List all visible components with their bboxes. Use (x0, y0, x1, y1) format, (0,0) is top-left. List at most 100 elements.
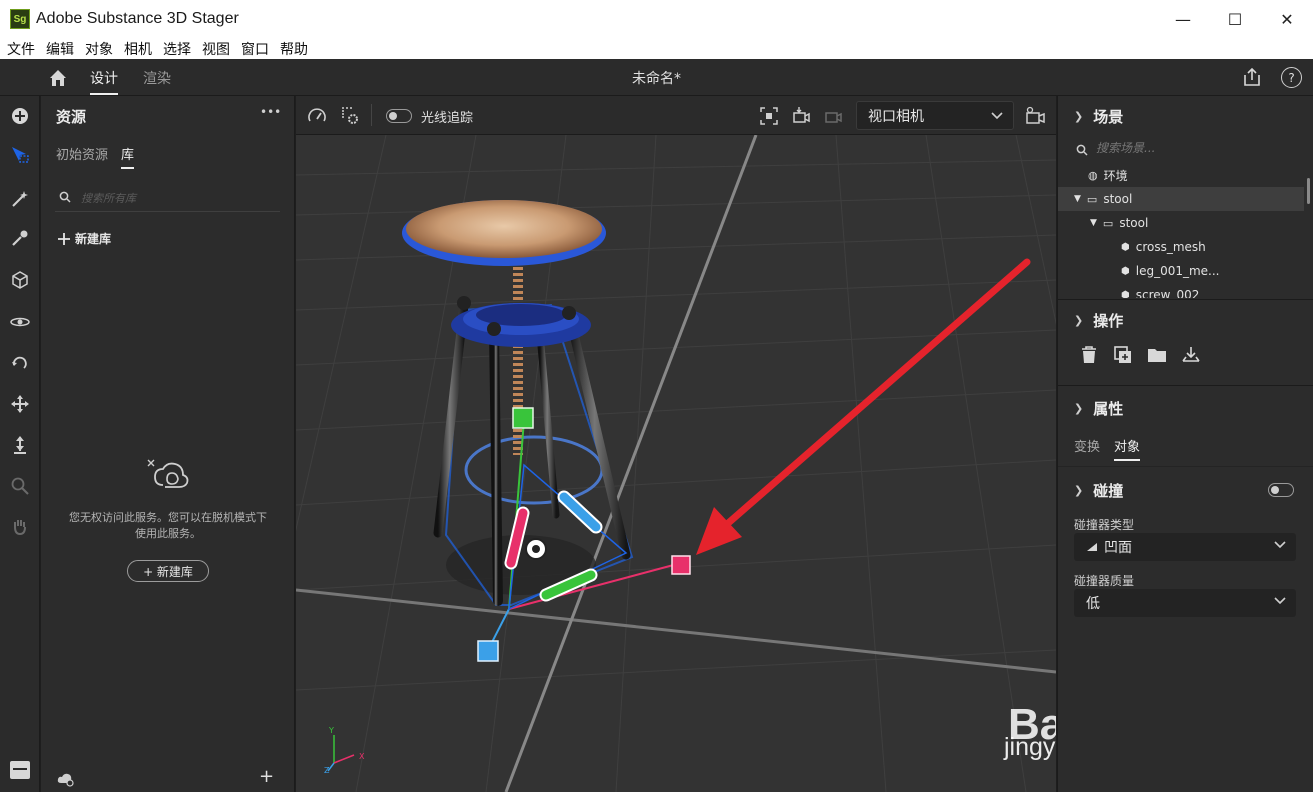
no-access-message: 您无权访问此服务。您可以在脱机模式下 使用此服务。 (61, 510, 275, 542)
scene-heading: 场景 (1093, 108, 1124, 126)
share-icon[interactable] (1241, 66, 1263, 88)
menu-window[interactable]: 窗口 (241, 39, 269, 59)
chevron-down-icon: ❯ (1074, 402, 1084, 415)
help-icon[interactable]: ? (1281, 67, 1302, 88)
x-axis-line (296, 588, 1056, 674)
minimize-button[interactable]: — (1157, 0, 1209, 38)
toolbar-divider (371, 104, 372, 126)
new-library-link[interactable]: 新建库 (57, 230, 111, 247)
performance-gauge-icon[interactable] (306, 105, 328, 127)
eyedropper-icon[interactable] (8, 226, 32, 250)
more-options-icon[interactable]: ••• (260, 105, 281, 119)
scene-tree: ◍ 环境 ▼ ▭ stool ▼ ▭ stool ⬢ cross_mesh ⬢ … (1058, 166, 1313, 298)
frame-selection-icon[interactable] (758, 105, 780, 127)
chevron-down-icon: ❯ (1074, 314, 1084, 327)
rotate-icon[interactable] (8, 351, 32, 375)
camera-select[interactable]: 视口相机 (856, 101, 1014, 130)
search-icon (59, 191, 71, 203)
add-icon[interactable] (8, 104, 32, 128)
no-access-line-2: 使用此服务。 (135, 527, 201, 540)
divider (1058, 385, 1313, 386)
3d-viewport[interactable]: Y X Z Bai du 经验 jingyan.baidu.com (296, 135, 1056, 792)
window-controls: — ☐ ✕ (1157, 0, 1313, 38)
globe-icon: ◍ (1088, 168, 1098, 182)
home-icon[interactable] (48, 68, 68, 88)
magic-wand-icon[interactable] (8, 187, 32, 211)
render-settings-icon[interactable] (339, 105, 361, 127)
axis-triad (327, 735, 355, 772)
close-button[interactable]: ✕ (1261, 0, 1313, 38)
scene-item-environment[interactable]: ◍ 环境 (1058, 166, 1304, 187)
workspace-bar: 设计 渲染 未命名* ? (0, 59, 1313, 96)
maximize-button[interactable]: ☐ (1209, 0, 1261, 38)
camera-import-icon[interactable] (790, 105, 812, 127)
menu-file[interactable]: 文件 (7, 39, 35, 59)
select-icon[interactable] (8, 143, 32, 167)
tab-transform[interactable]: 变换 (1074, 436, 1100, 455)
archive-icon[interactable] (8, 758, 32, 782)
scene-scrollbar[interactable] (1307, 178, 1310, 204)
tab-starter-assets[interactable]: 初始资源 (56, 144, 108, 163)
cloud-sync-icon[interactable] (56, 771, 76, 787)
menu-camera[interactable]: 相机 (124, 39, 152, 59)
axis-z-label: Z (324, 766, 330, 775)
scene-search-input[interactable] (1096, 141, 1286, 155)
scene-item-screw[interactable]: ⬢ screw_002 (1058, 283, 1304, 298)
camera-settings-icon[interactable] (1025, 105, 1047, 127)
cube-icon[interactable] (8, 268, 32, 292)
scene-item-cross-mesh[interactable]: ⬢ cross_mesh (1058, 235, 1304, 259)
tab-object[interactable]: 对象 (1114, 436, 1141, 461)
actions-section-header[interactable]: ❯ 操作 (1074, 310, 1123, 331)
group-folder-icon[interactable] (1146, 344, 1168, 366)
scene-section-header[interactable]: ❯ 场景 (1074, 106, 1123, 127)
collider-quality-select[interactable]: 低 (1074, 589, 1296, 617)
assets-panel: 资源 ••• 初始资源 库 新建库 您无权访问此服务。您可以在脱机模式下 使用此… (41, 96, 295, 792)
menu-edit[interactable]: 编辑 (46, 39, 74, 59)
pan-icon[interactable] (8, 514, 32, 538)
menu-help[interactable]: 帮助 (280, 39, 308, 59)
tab-libraries[interactable]: 库 (121, 144, 135, 169)
ray-tracing-toggle[interactable] (386, 109, 412, 123)
folder-icon: ▭ (1086, 192, 1098, 206)
viewport-toolbar: 光线追踪 视口相机 (296, 96, 1056, 135)
search-icon (1076, 144, 1088, 156)
menu-bar: 文件 编辑 对象 相机 选择 视图 窗口 帮助 (0, 38, 1313, 59)
new-library-button[interactable]: + 新建库 (127, 560, 209, 582)
camera-add-icon[interactable] (822, 105, 844, 127)
move-icon[interactable] (8, 392, 32, 416)
red-arrow-annotation (696, 258, 1031, 555)
chevron-down-icon: ▼ (1090, 218, 1097, 228)
collider-type-select[interactable]: 凹面 (1074, 533, 1296, 561)
library-search-input[interactable] (81, 189, 271, 207)
vertical-move-icon[interactable] (8, 433, 32, 457)
watermark-url: jingyan.baidu.com (1004, 733, 1056, 761)
scene-item-leg-mesh[interactable]: ⬢ leg_001_me... (1058, 259, 1304, 283)
add-library-button[interactable]: + (259, 766, 274, 787)
mesh-icon: ⬢ (1121, 241, 1130, 253)
menu-select[interactable]: 选择 (163, 39, 191, 59)
assets-heading: 资源 (56, 108, 87, 126)
tool-bar (0, 96, 40, 792)
menu-view[interactable]: 视图 (202, 39, 230, 59)
properties-section-header[interactable]: ❯ 属性 (1074, 398, 1123, 419)
collision-section-header[interactable]: ❯ 碰撞 (1074, 480, 1123, 501)
delete-icon[interactable] (1078, 344, 1100, 366)
orbit-icon[interactable] (8, 310, 32, 334)
tab-render[interactable]: 渲染 (143, 68, 171, 88)
duplicate-icon[interactable] (1112, 344, 1134, 366)
app-title: Adobe Substance 3D Stager (36, 10, 239, 27)
properties-heading: 属性 (1093, 400, 1124, 418)
drop-to-ground-icon[interactable] (1180, 344, 1202, 366)
document-title: 未命名* (632, 71, 681, 87)
scene-search (1074, 140, 1294, 160)
collision-toggle[interactable] (1268, 483, 1294, 497)
collider-quality-value: 低 (1086, 596, 1100, 612)
zoom-icon[interactable] (8, 474, 32, 498)
menu-object[interactable]: 对象 (85, 39, 113, 59)
scene-item-stool-child[interactable]: ▼ ▭ stool (1058, 211, 1304, 235)
app-logo: Sg (10, 9, 30, 29)
tab-design[interactable]: 设计 (90, 68, 118, 95)
mesh-icon: ⬢ (1121, 265, 1130, 277)
scene-item-stool[interactable]: ▼ ▭ stool (1058, 187, 1304, 211)
collider-type-label: 碰撞器类型 (1074, 518, 1135, 532)
